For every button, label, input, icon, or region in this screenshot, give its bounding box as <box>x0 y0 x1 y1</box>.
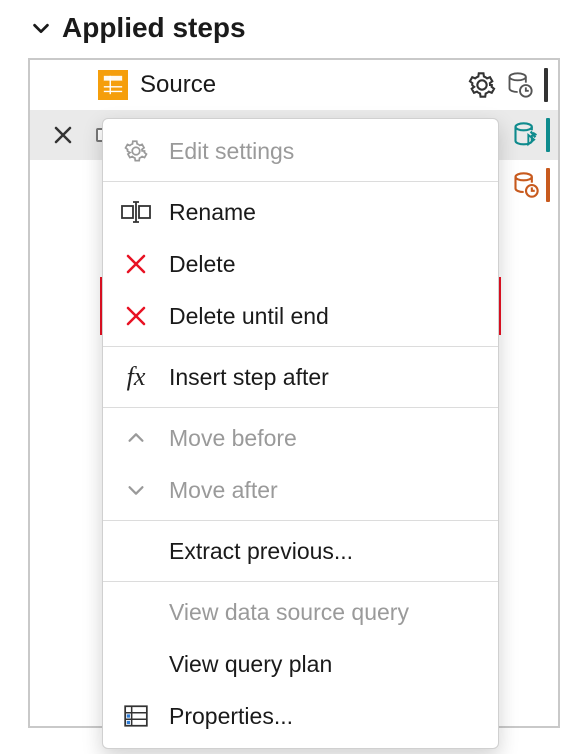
menu-separator <box>103 181 498 182</box>
menu-label: Insert step after <box>169 364 329 391</box>
chevron-up-icon <box>121 427 151 449</box>
fx-icon: fx <box>121 362 151 392</box>
close-icon <box>121 252 151 276</box>
menu-rename[interactable]: Rename <box>103 186 498 238</box>
gear-icon[interactable] <box>468 71 496 99</box>
hidden-rows-icons <box>512 118 550 202</box>
applied-steps-header[interactable]: Applied steps <box>0 12 580 52</box>
menu-label: Move after <box>169 477 278 504</box>
menu-edit-settings: Edit settings <box>103 125 498 177</box>
properties-icon <box>121 703 151 729</box>
menu-label: Extract previous... <box>169 538 353 565</box>
menu-delete-until-end[interactable]: Delete until end <box>103 290 498 342</box>
menu-delete[interactable]: Delete <box>103 238 498 290</box>
menu-separator <box>103 581 498 582</box>
menu-label: Move before <box>169 425 297 452</box>
menu-label: View query plan <box>169 651 332 678</box>
chevron-down-icon <box>121 479 151 501</box>
delete-step-button[interactable] <box>42 110 84 160</box>
table-icon <box>98 70 128 100</box>
menu-label: Delete <box>169 251 235 278</box>
menu-move-before: Move before <box>103 412 498 464</box>
menu-separator <box>103 407 498 408</box>
menu-insert-step-after[interactable]: fx Insert step after <box>103 351 498 403</box>
applied-steps-pane: Applied steps Source <box>0 0 580 728</box>
menu-label: Rename <box>169 199 256 226</box>
rename-icon <box>121 200 151 224</box>
step-row-source[interactable]: Source <box>30 60 558 110</box>
menu-view-query-plan[interactable]: View query plan <box>103 638 498 690</box>
database-clock-orange-icon[interactable] <box>512 171 540 199</box>
menu-extract-previous[interactable]: Extract previous... <box>103 525 498 577</box>
chevron-down-icon <box>30 17 52 39</box>
status-bar-icon <box>546 118 550 152</box>
menu-separator <box>103 346 498 347</box>
menu-move-after: Move after <box>103 464 498 516</box>
menu-label: View data source query <box>169 599 409 626</box>
status-bar-icon <box>546 168 550 202</box>
database-native-icon[interactable] <box>512 121 540 149</box>
menu-separator <box>103 520 498 521</box>
menu-label: Properties... <box>169 703 293 730</box>
menu-label: Delete until end <box>169 303 329 330</box>
step-context-menu: Edit settings Rename Delete <box>102 118 499 749</box>
menu-properties[interactable]: Properties... <box>103 690 498 742</box>
applied-steps-title: Applied steps <box>62 12 246 44</box>
gear-icon <box>121 138 151 164</box>
database-clock-icon[interactable] <box>506 71 534 99</box>
menu-label: Edit settings <box>169 138 294 165</box>
close-icon <box>121 304 151 328</box>
steps-list: Source <box>28 58 560 728</box>
menu-view-data-source-query: View data source query <box>103 586 498 638</box>
status-bar-icon <box>544 68 548 102</box>
step-label: Source <box>140 71 216 99</box>
